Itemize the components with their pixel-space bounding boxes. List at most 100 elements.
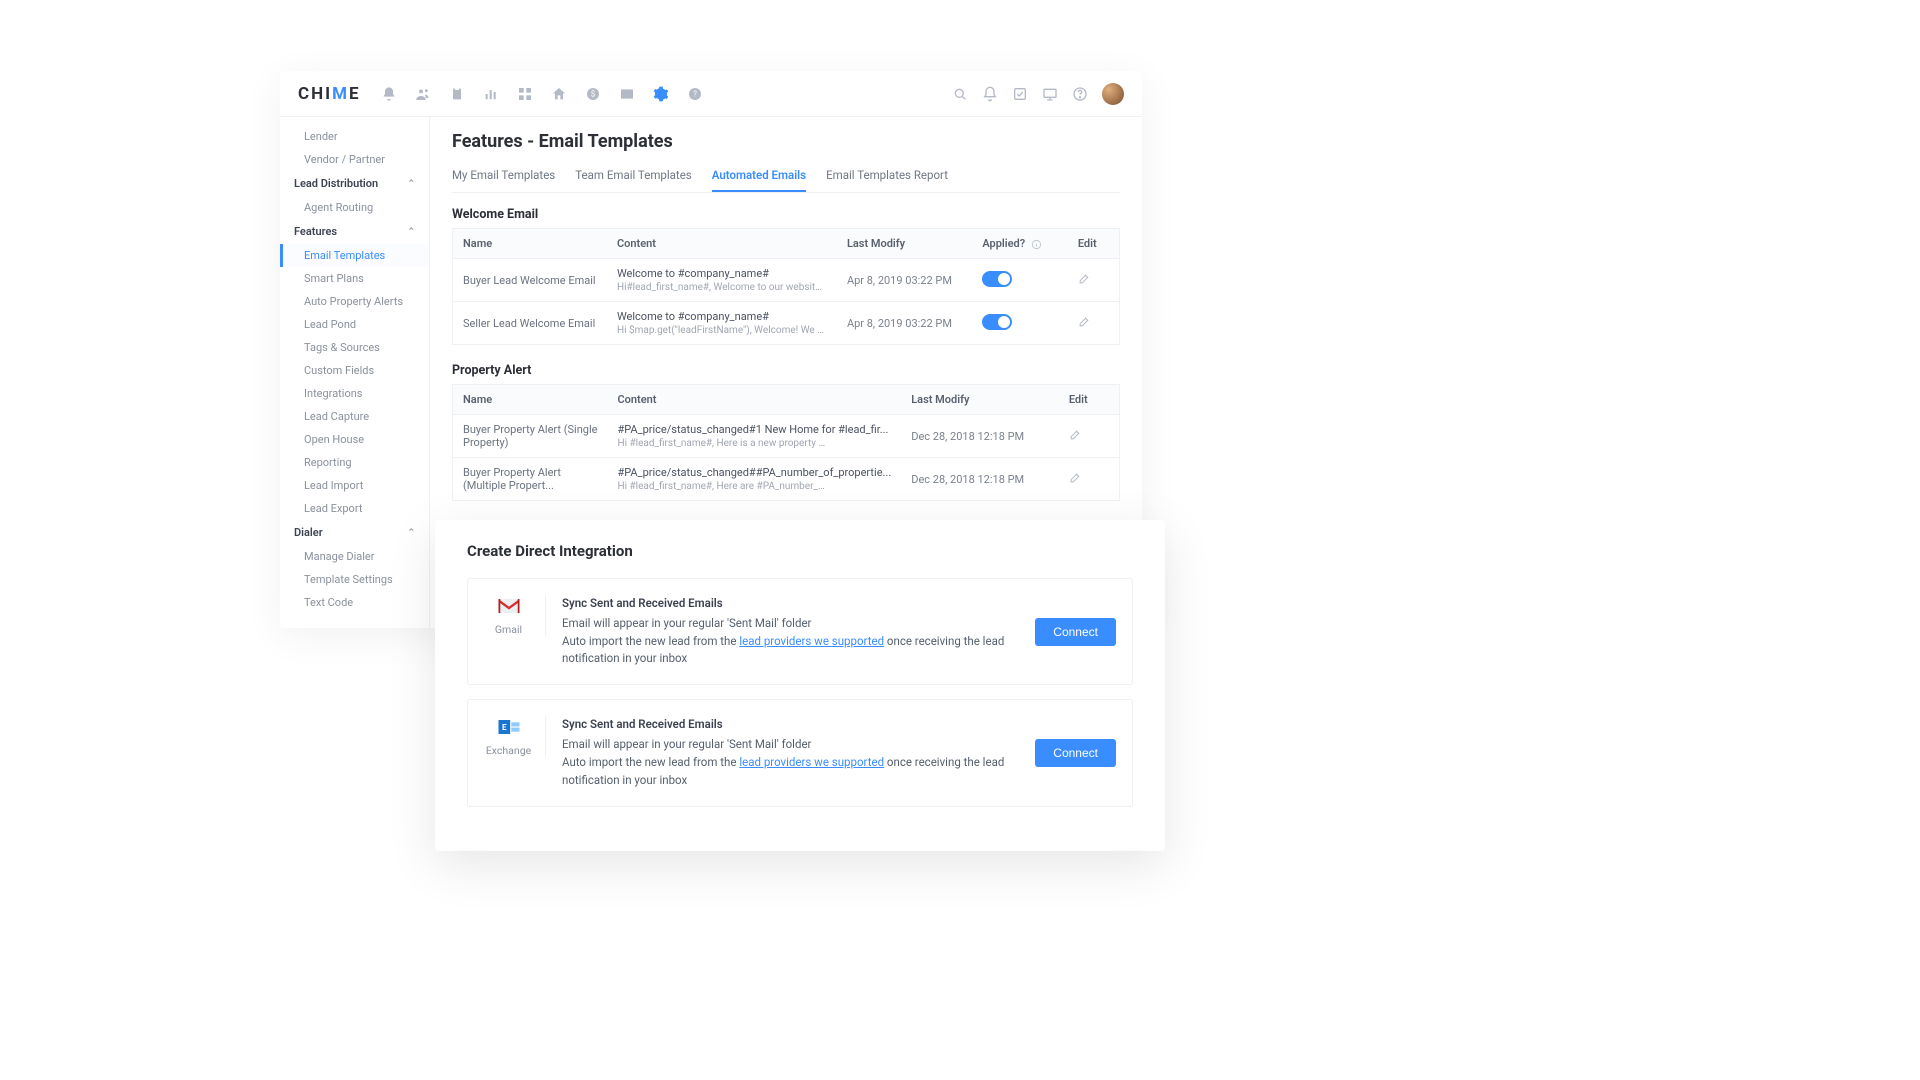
sidebar-item-reporting[interactable]: Reporting [280, 451, 429, 474]
chevron-up-icon: ⌃ [407, 528, 415, 538]
sidebar-group-features[interactable]: Features ⌃ [280, 219, 429, 244]
section-welcome-title: Welcome Email [452, 207, 1120, 222]
applied-toggle[interactable] [982, 271, 1012, 287]
clipboard-nav-icon[interactable] [449, 86, 465, 102]
col-name: Name [453, 229, 607, 259]
edit-icon[interactable] [1078, 272, 1091, 285]
sidebar-item-lead-export[interactable]: Lead Export [280, 497, 429, 520]
connect-button[interactable]: Connect [1035, 618, 1116, 646]
settings-nav-icon[interactable] [653, 86, 669, 102]
content-title: Welcome to #company_name# [617, 310, 827, 323]
sidebar-item-custom-fields[interactable]: Custom Fields [280, 359, 429, 382]
cell-name: Seller Lead Welcome Email [453, 302, 607, 345]
bell-icon[interactable] [982, 86, 998, 102]
integration-panel: Create Direct Integration Gmail Sync Sen… [435, 520, 1165, 851]
sidebar-item-open-house[interactable]: Open House [280, 428, 429, 451]
cell-modify: Dec 28, 2018 12:18 PM [901, 415, 1059, 458]
search-icon[interactable] [952, 86, 968, 102]
sidebar-item-integrations[interactable]: Integrations [280, 382, 429, 405]
image-nav-icon[interactable] [619, 86, 635, 102]
chevron-up-icon: ⌃ [407, 179, 415, 189]
integration-line2-pre: Auto import the new lead from the [562, 755, 739, 769]
cell-name: Buyer Lead Welcome Email [453, 259, 607, 302]
sidebar-item-vendor-partner[interactable]: Vendor / Partner [280, 148, 429, 171]
gmail-icon [495, 595, 523, 617]
help-nav-icon[interactable]: ? [687, 86, 703, 102]
content-title: #PA_price/status_changed#1 New Home for … [617, 423, 891, 436]
page-title: Features - Email Templates [452, 131, 1120, 152]
exchange-icon: E [495, 716, 523, 738]
logo[interactable]: CHIME [298, 84, 361, 104]
sidebar-item-smart-plans[interactable]: Smart Plans [280, 267, 429, 290]
table-row: Buyer Property Alert (Single Property) #… [453, 415, 1120, 458]
cell-content: Welcome to #company_name# Hi $map.get("l… [607, 302, 837, 345]
sidebar-group-lead-distribution[interactable]: Lead Distribution ⌃ [280, 171, 429, 196]
chart-nav-icon[interactable] [483, 86, 499, 102]
grid-nav-icon[interactable] [517, 86, 533, 102]
people-nav-icon[interactable] [415, 86, 431, 102]
sidebar-item-agent-routing[interactable]: Agent Routing [280, 196, 429, 219]
content-preview: Hi $map.get("leadFirstName"), Welcome! W… [617, 325, 827, 336]
table-row: Buyer Property Alert (Multiple Propert..… [453, 458, 1120, 501]
integration-provider-label: Gmail [495, 623, 522, 636]
home-nav-icon[interactable] [551, 86, 567, 102]
logo-pre: CHI [298, 84, 332, 104]
sidebar-group-label: Dialer [294, 526, 323, 539]
lead-providers-link[interactable]: lead providers we supported [739, 634, 884, 648]
table-row: Seller Lead Welcome Email Welcome to #co… [453, 302, 1120, 345]
tab-automated-emails[interactable]: Automated Emails [712, 162, 806, 192]
lead-providers-link[interactable]: lead providers we supported [739, 755, 884, 769]
edit-icon[interactable] [1069, 428, 1082, 441]
sidebar-group-label: Features [294, 225, 337, 238]
tab-email-templates-report[interactable]: Email Templates Report [826, 162, 948, 192]
cell-edit [1059, 458, 1120, 501]
integration-title: Create Direct Integration [467, 542, 1133, 560]
sidebar-item-auto-property-alerts[interactable]: Auto Property Alerts [280, 290, 429, 313]
svg-text:$: $ [590, 89, 595, 98]
tab-my-email-templates[interactable]: My Email Templates [452, 162, 555, 192]
monitor-icon[interactable] [1042, 86, 1058, 102]
help-icon[interactable] [1072, 86, 1088, 102]
integration-line2-pre: Auto import the new lead from the [562, 634, 739, 648]
integration-iconcol: Gmail [484, 595, 546, 636]
cell-edit [1068, 302, 1120, 345]
sidebar-item-lead-pond[interactable]: Lead Pond [280, 313, 429, 336]
connect-button[interactable]: Connect [1035, 739, 1116, 767]
task-icon[interactable] [1012, 86, 1028, 102]
cell-edit [1068, 259, 1120, 302]
content-preview: Hi#lead_first_name#, Welcome to our webs… [617, 282, 827, 293]
integration-text: Sync Sent and Received Emails Email will… [562, 595, 1035, 668]
tab-team-email-templates[interactable]: Team Email Templates [575, 162, 692, 192]
sidebar-item-manage-dialer[interactable]: Manage Dialer [280, 545, 429, 568]
avatar[interactable] [1102, 83, 1124, 105]
col-edit: Edit [1059, 385, 1120, 415]
edit-icon[interactable] [1078, 315, 1091, 328]
property-alert-table: Name Content Last Modify Edit Buyer Prop… [452, 384, 1120, 501]
dollar-nav-icon[interactable]: $ [585, 86, 601, 102]
integration-headline: Sync Sent and Received Emails [562, 595, 1035, 613]
col-content: Content [607, 385, 901, 415]
tabs: My Email Templates Team Email Templates … [452, 162, 1120, 193]
logo-accent: M [332, 84, 349, 104]
svg-text:?: ? [693, 89, 697, 98]
sidebar-item-lead-import[interactable]: Lead Import [280, 474, 429, 497]
sidebar-item-lender[interactable]: Lender [280, 125, 429, 148]
sidebar-item-template-settings[interactable]: Template Settings [280, 568, 429, 591]
bell-nav-icon[interactable] [381, 86, 397, 102]
integration-row-gmail: Gmail Sync Sent and Received Emails Emai… [467, 578, 1133, 685]
topbar: CHIME $ ? [280, 71, 1142, 117]
content-title: Welcome to #company_name# [617, 267, 827, 280]
col-applied: Applied? [972, 229, 1067, 259]
sidebar-item-lead-capture[interactable]: Lead Capture [280, 405, 429, 428]
sidebar-item-text-code[interactable]: Text Code [280, 591, 429, 614]
info-icon[interactable] [1031, 239, 1042, 250]
edit-icon[interactable] [1069, 471, 1082, 484]
applied-toggle[interactable] [982, 314, 1012, 330]
integration-headline: Sync Sent and Received Emails [562, 716, 1035, 734]
sidebar-item-tags-sources[interactable]: Tags & Sources [280, 336, 429, 359]
cell-content: #PA_price/status_changed##PA_number_of_p… [607, 458, 901, 501]
col-content: Content [607, 229, 837, 259]
cell-applied [972, 302, 1067, 345]
sidebar-group-dialer[interactable]: Dialer ⌃ [280, 520, 429, 545]
sidebar-item-email-templates[interactable]: Email Templates [280, 244, 429, 267]
